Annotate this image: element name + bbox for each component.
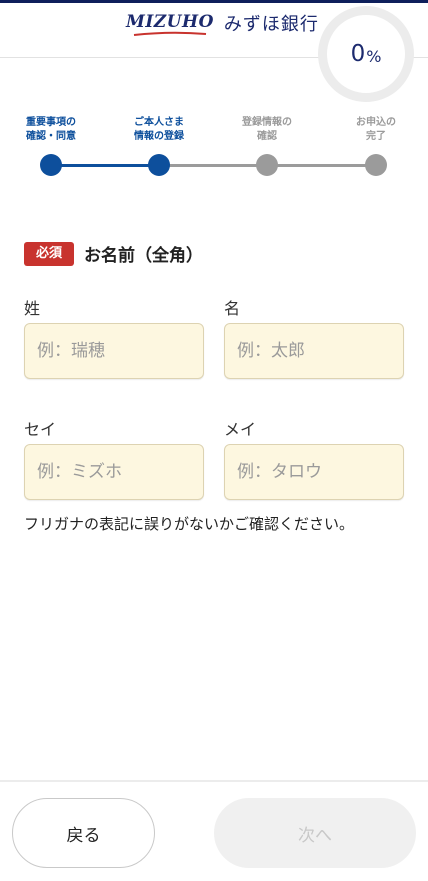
last-name-kana-label: セイ: [24, 420, 57, 439]
last-name-kana-input[interactable]: [24, 444, 204, 500]
step-confirm: 登録情報の 確認: [222, 116, 312, 176]
back-button[interactable]: 戻る: [12, 798, 155, 868]
progress-value: 0: [350, 41, 366, 67]
first-name-label: 名: [224, 299, 241, 318]
step-complete: お申込の 完了: [331, 116, 421, 176]
step-dot: [148, 154, 170, 176]
furigana-note: フリガナの表記に誤りがないかご確認ください。: [24, 515, 355, 533]
step-consent: 重要事項の 確認・同意: [6, 116, 96, 176]
section-title: お名前（全角）: [84, 246, 204, 266]
step-registration: ご本人さま 情報の登録: [114, 116, 204, 176]
logo-mark: MIZUHO: [126, 13, 214, 37]
logo-swoosh-icon: [133, 31, 207, 36]
first-name-kana-input[interactable]: [224, 444, 404, 500]
step-label: 重要事項の 確認・同意: [26, 117, 76, 142]
required-badge: 必須: [24, 241, 75, 266]
next-button[interactable]: 次へ: [214, 798, 416, 868]
progress-indicator: 0 %: [318, 6, 414, 102]
mizuho-logo: MIZUHO みずほ銀行: [126, 13, 319, 37]
step-label: 登録情報の 確認: [242, 117, 292, 142]
step-label: ご本人さま 情報の登録: [134, 117, 184, 142]
step-dot: [40, 154, 62, 176]
step-label: お申込の 完了: [356, 117, 396, 142]
first-name-input[interactable]: [224, 323, 404, 379]
last-name-label: 姓: [24, 299, 41, 318]
progress-unit: %: [366, 46, 382, 66]
last-name-input[interactable]: [24, 323, 204, 379]
footer-nav: 戻る 次へ: [0, 780, 428, 881]
step-dot: [256, 154, 278, 176]
step-indicator: 重要事項の 確認・同意 ご本人さま 情報の登録 登録情報の 確認 お申込の 完了: [0, 116, 428, 186]
bank-name: みずほ銀行: [223, 14, 319, 35]
step-dot: [365, 154, 387, 176]
logo-wordmark: MIZUHO: [126, 12, 214, 32]
name-section-heading: 必須 お名前（全角）: [24, 241, 203, 266]
first-name-kana-label: メイ: [224, 420, 257, 439]
